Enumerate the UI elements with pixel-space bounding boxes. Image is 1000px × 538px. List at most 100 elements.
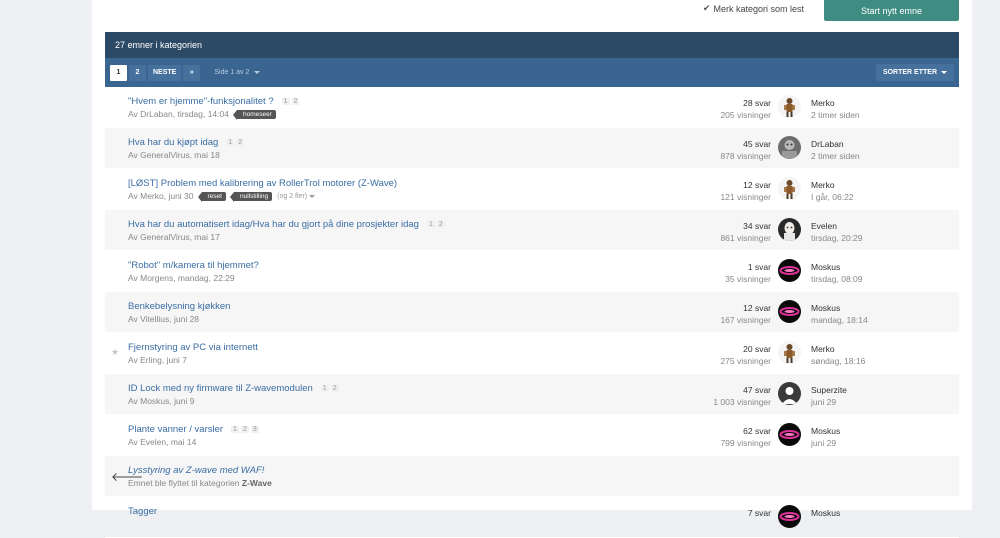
topic-author: Av Merko, juni 30: [128, 191, 194, 201]
last-post: Moskus juni 29: [811, 425, 840, 449]
topic-page-link[interactable]: 2: [436, 221, 445, 228]
view-count: 1 003 visninger: [713, 397, 771, 407]
topic-row: Tagger 7 svar Moskus: [105, 497, 959, 538]
topic-title-link[interactable]: Benkebelysning kjøkken: [128, 301, 230, 312]
category-header: 27 emner i kategorien: [105, 32, 959, 58]
last-post-time[interactable]: juni 29: [811, 437, 840, 449]
topic-title-link[interactable]: Tagger: [128, 506, 157, 517]
topic-title-link[interactable]: Hva har du automatisert idag/Hva har du …: [128, 219, 419, 230]
topic-title-link[interactable]: ID Lock med ny firmware til Z-wavemodule…: [128, 383, 313, 394]
last-post-user[interactable]: Superzite: [811, 384, 847, 396]
photo-avatar[interactable]: [778, 136, 801, 159]
portrait-avatar[interactable]: [778, 218, 801, 241]
topic-row: ID Lock med ny firmware til Z-wavemodule…: [105, 374, 959, 415]
last-post-time[interactable]: juni 29: [811, 396, 847, 408]
topic-pages: 1 2: [281, 98, 300, 105]
last-page-button[interactable]: »: [183, 64, 201, 81]
topic-row: [LØST] Problem med kalibrering av Roller…: [105, 169, 959, 210]
view-count: 121 visninger: [720, 192, 771, 202]
topic-stats: 45 svar 878 visninger: [720, 138, 771, 162]
topic-stats: 7 svar: [748, 507, 771, 519]
topic-page-link[interactable]: 1: [426, 221, 435, 228]
last-post: Merko søndag, 18:16: [811, 343, 865, 367]
last-post-user[interactable]: Merko: [811, 97, 860, 109]
page-jump-dropdown[interactable]: Side 1 av 2: [214, 69, 261, 76]
chevron-down-icon: [254, 71, 261, 74]
last-post-user[interactable]: Moskus: [811, 507, 840, 519]
last-post-user[interactable]: Merko: [811, 179, 854, 191]
ring-avatar[interactable]: [778, 300, 801, 323]
ring-avatar[interactable]: [778, 259, 801, 282]
start-new-topic-button[interactable]: Start nytt emne: [824, 0, 959, 21]
chevron-down-icon: [941, 71, 947, 74]
tag-label[interactable]: reset: [197, 191, 226, 202]
topic-title-link[interactable]: "Hvem er hjemme"-funksjonalitet ?: [128, 96, 274, 107]
topic-row: Hva har du automatisert idag/Hva har du …: [105, 210, 959, 251]
topic-page-link[interactable]: 2: [240, 426, 249, 433]
topic-page-link[interactable]: 1: [231, 426, 239, 433]
topic-page-link[interactable]: 2: [236, 139, 245, 146]
topic-stats: 34 svar 861 visninger: [720, 220, 771, 244]
last-post-time[interactable]: 2 timer siden: [811, 109, 860, 121]
topic-title-link[interactable]: [LØST] Problem med kalibrering av Roller…: [128, 178, 397, 189]
page-2-button[interactable]: 2: [129, 64, 146, 81]
last-post-user[interactable]: Moskus: [811, 302, 868, 314]
last-post-time[interactable]: 2 timer siden: [811, 150, 860, 162]
last-post-time[interactable]: tirsdag, 08:09: [811, 273, 863, 285]
moved-category-link[interactable]: Z-Wave: [242, 478, 272, 488]
reply-count: 12 svar: [743, 180, 771, 190]
pagination-bar: 1 2 NESTE » Side 1 av 2 SORTER ETTER: [105, 58, 959, 87]
mark-category-read-link[interactable]: ✔ Merk kategori som lest: [703, 3, 804, 14]
tag-label[interactable]: nullstilling: [229, 191, 273, 202]
page-info: Side 1 av 2: [214, 69, 250, 76]
ring-avatar[interactable]: [778, 505, 801, 528]
tag-label[interactable]: homeseer: [232, 109, 276, 120]
view-count: 861 visninger: [720, 233, 771, 243]
last-post: Moskus: [811, 507, 840, 519]
figure-avatar[interactable]: [778, 177, 801, 200]
last-post-user[interactable]: Evelen: [811, 220, 863, 232]
last-post-user[interactable]: DrLaban: [811, 138, 860, 150]
topic-page-link[interactable]: 1: [320, 385, 329, 392]
topic-list: "Hvem er hjemme"-funksjonalitet ? 1 2 Av…: [105, 87, 959, 538]
sort-by-dropdown[interactable]: SORTER ETTER: [875, 64, 954, 81]
last-post-time[interactable]: tirsdag, 20:29: [811, 232, 863, 244]
topic-title-link[interactable]: "Robot" m/kamera til hjemmet?: [128, 260, 259, 271]
page-1-button[interactable]: 1: [110, 64, 127, 81]
last-post: Moskus mandag, 18:14: [811, 302, 868, 326]
topic-page-link[interactable]: 1: [226, 139, 235, 146]
silhouette-avatar[interactable]: [778, 382, 801, 405]
last-post-user[interactable]: Moskus: [811, 261, 863, 273]
view-count: 275 visninger: [720, 356, 771, 366]
last-post-time[interactable]: I går, 06:22: [811, 191, 854, 203]
topic-pages: 1 2: [426, 221, 445, 228]
topic-title-link[interactable]: Lysstyring av Z-wave med WAF!: [128, 465, 264, 476]
topic-row: Plante vanner / varsler 1 2 3 Av Evelen,…: [105, 415, 959, 456]
topic-stats: 1 svar 35 visninger: [725, 261, 771, 285]
last-post: Superzite juni 29: [811, 384, 847, 408]
topic-page-link[interactable]: 1: [281, 98, 290, 105]
next-page-button[interactable]: NESTE: [148, 64, 182, 81]
last-post-time[interactable]: mandag, 18:14: [811, 314, 868, 326]
last-post-user[interactable]: Merko: [811, 343, 865, 355]
topic-row: Benkebelysning kjøkken Av Vitellius, jun…: [105, 292, 959, 333]
last-post-time[interactable]: søndag, 18:16: [811, 355, 865, 367]
topic-stats: 12 svar 167 visninger: [720, 302, 771, 326]
topic-page-link[interactable]: 2: [291, 98, 300, 105]
topic-page-link[interactable]: 3: [250, 426, 259, 433]
more-tags-dropdown[interactable]: (og 2 fler): [277, 193, 316, 200]
ring-avatar[interactable]: [778, 423, 801, 446]
last-post: Merko 2 timer siden: [811, 97, 860, 121]
topic-title-link[interactable]: Fjernstyring av PC via internett: [128, 342, 258, 353]
figure-avatar[interactable]: [778, 341, 801, 364]
topic-stats: 28 svar 205 visninger: [720, 97, 771, 121]
topic-page-link[interactable]: 2: [330, 385, 339, 392]
topic-title-link[interactable]: Plante vanner / varsler: [128, 424, 223, 435]
view-count: 878 visninger: [720, 151, 771, 161]
figure-avatar[interactable]: [778, 95, 801, 118]
topic-author: Av Evelen, mai 14: [128, 437, 197, 447]
last-post-user[interactable]: Moskus: [811, 425, 840, 437]
star-icon[interactable]: ★: [111, 347, 119, 358]
chevron-down-icon: [309, 194, 316, 198]
topic-title-link[interactable]: Hva har du kjøpt idag: [128, 137, 218, 148]
